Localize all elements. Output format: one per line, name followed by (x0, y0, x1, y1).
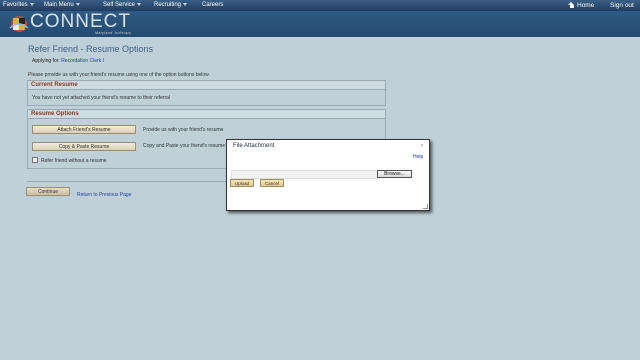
current-resume-header: Current Resume (28, 81, 385, 90)
page-title: Refer Friend - Resume Options (28, 44, 154, 54)
resize-grip-icon[interactable] (423, 204, 428, 209)
intro-text: Please provide us with your friend's res… (28, 72, 210, 78)
current-resume-message: You have not yet attached your friend's … (32, 95, 171, 101)
close-icon[interactable]: × (419, 143, 425, 149)
continue-button[interactable]: Continue (26, 187, 70, 196)
applying-label: Applying for: (32, 58, 60, 64)
browse-button[interactable]: Browse... (377, 170, 412, 178)
app-logo: CONNECT (30, 11, 131, 32)
job-title-value: Recordation Clerk I (61, 58, 104, 64)
return-link[interactable]: Return to Previous Page (77, 192, 131, 198)
attach-resume-button[interactable]: Attach Friend's Resume (32, 125, 136, 134)
app-logo-subtitle: Maryland Judiciary (95, 31, 132, 35)
no-resume-label: Refer friend without a resume (41, 158, 107, 164)
favorites-label: Favorites (3, 2, 28, 8)
favorites-menu[interactable]: Favorites (3, 2, 34, 8)
current-resume-section: Current Resume You have not yet attached… (27, 80, 386, 106)
home-icon (568, 2, 575, 9)
upload-button[interactable]: Upload (230, 179, 254, 187)
chevron-down-icon (183, 2, 188, 6)
paste-resume-description: Copy and Paste your friend's resume (143, 143, 226, 149)
cancel-button[interactable]: Cancel (260, 179, 284, 187)
help-link[interactable]: Help (413, 154, 423, 160)
recruiting-label: Recruiting (154, 2, 182, 8)
file-attachment-dialog: File Attachment × Help Browse... Upload … (226, 139, 430, 211)
self-service-label: Self Service (103, 2, 136, 8)
paste-resume-button[interactable]: Copy & Paste Resume (32, 142, 136, 151)
home-link[interactable]: Home (568, 2, 594, 9)
main-menu-label: Main Menu (44, 2, 74, 8)
top-navigation-bar: Favorites Main Menu Self Service Recruit… (0, 0, 640, 11)
recruiting-menu[interactable]: Recruiting (154, 2, 188, 8)
file-path-field[interactable] (231, 170, 379, 179)
applying-for: Applying for: Recordation Clerk I (32, 58, 104, 64)
self-service-menu[interactable]: Self Service (103, 2, 142, 8)
maryland-flag-logo-icon (9, 16, 29, 32)
attach-resume-description: Provide us with your friend's resume (143, 127, 224, 133)
careers-menu[interactable]: Careers (202, 2, 223, 8)
main-menu[interactable]: Main Menu (44, 2, 80, 8)
no-resume-checkbox[interactable] (32, 157, 38, 163)
chevron-down-icon (29, 2, 34, 6)
chevron-down-icon (75, 2, 80, 6)
dialog-title: File Attachment (233, 143, 275, 149)
chevron-down-icon (137, 2, 142, 6)
home-label: Home (577, 2, 595, 9)
resume-options-header: Resume Options (28, 110, 385, 119)
sign-out-link[interactable]: Sign out (610, 2, 634, 9)
